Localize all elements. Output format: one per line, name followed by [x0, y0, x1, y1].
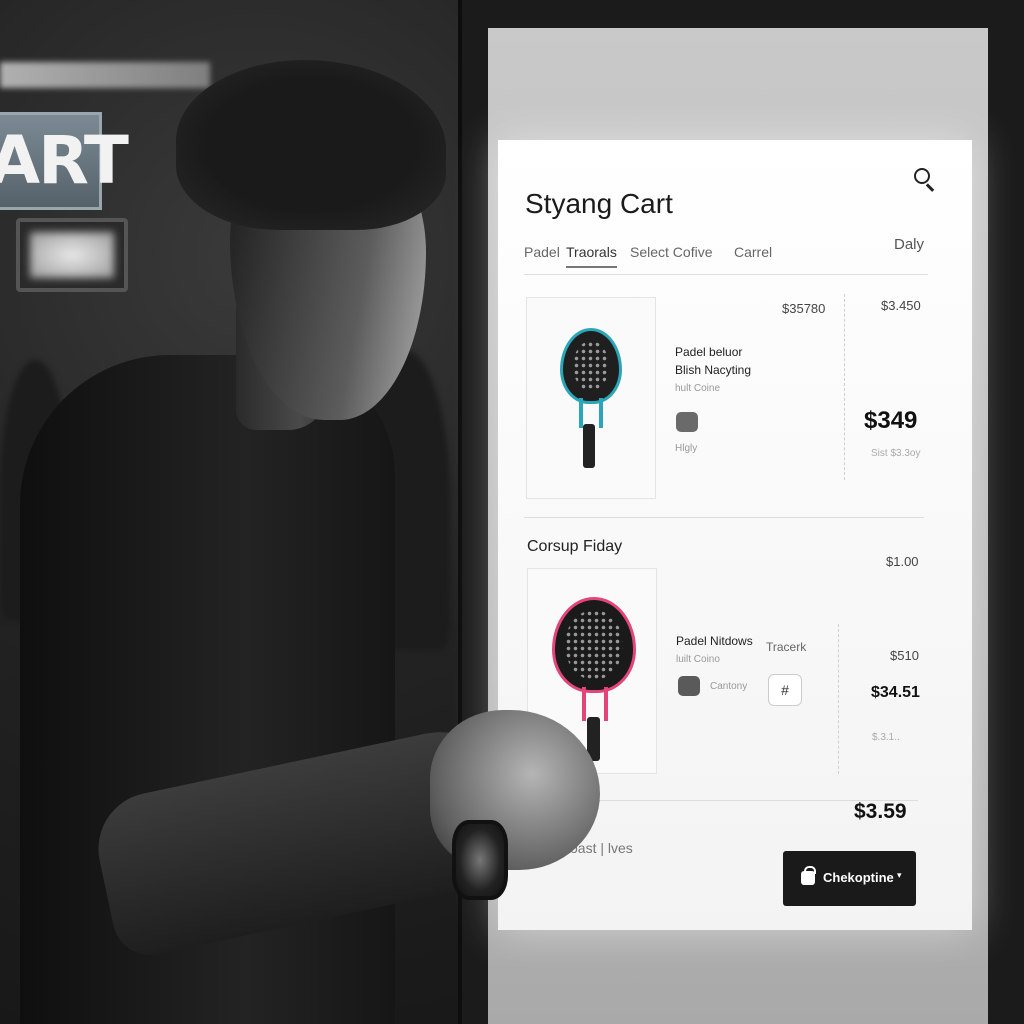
ceiling-light — [0, 62, 210, 88]
checkout-label: Chekoptine — [823, 870, 894, 885]
tab-padel[interactable]: Padel — [524, 244, 560, 260]
item-variant: Tracerk — [766, 640, 807, 654]
racket-grip — [583, 424, 595, 468]
racket-holes — [565, 610, 623, 680]
section-title: Corsup Fiday — [527, 538, 623, 555]
chevron-down-icon: ▾ — [897, 870, 902, 880]
item-meta-2: Cantony — [710, 681, 748, 692]
column-divider — [838, 624, 839, 774]
cart-total: $3.59 — [854, 800, 907, 823]
person-hair — [176, 60, 446, 230]
racket-holes — [573, 341, 609, 391]
item-strike-price: $.3.1.. — [872, 732, 900, 743]
racket-face — [552, 597, 636, 693]
item-unit-price: $3.450 — [881, 298, 921, 313]
tab-carrel[interactable]: Carrel — [734, 244, 772, 260]
tab-select-cofive[interactable]: Select Cofive — [630, 244, 712, 260]
item-strike-price: Sist $3.3oy — [871, 448, 921, 459]
search-icon — [914, 168, 930, 184]
tab-daly[interactable]: Daly — [894, 236, 924, 253]
padel-racket-image — [557, 328, 627, 478]
store-sign: ART — [0, 112, 129, 210]
racket-face — [560, 328, 622, 404]
item-name-line2: Blish Nacyting — [675, 363, 752, 377]
quantity-selector[interactable]: # — [768, 674, 802, 706]
tab-bar: Padel Traorals Select Cofive Carrel — [524, 244, 934, 276]
search-icon-handle — [926, 183, 935, 192]
item-name[interactable]: Padel Nitdows — [676, 634, 753, 648]
tab-traorals[interactable]: Traorals — [566, 244, 617, 268]
item-price: $34.51 — [871, 684, 920, 701]
racket-throat — [582, 687, 608, 721]
item-meta-2: Hlgly — [675, 443, 698, 454]
brand-icon — [678, 676, 700, 696]
item-meta: hult Coine — [675, 383, 721, 394]
item-meta: luilt Coino — [676, 654, 720, 665]
page-title: Styang Cart — [525, 188, 673, 219]
section-price: $1.00 — [886, 554, 919, 569]
divider — [524, 517, 924, 518]
stock-icon — [676, 412, 698, 432]
item-name[interactable]: Padel beluor — [675, 345, 742, 359]
item-price: $349 — [864, 407, 918, 434]
shopping-bag-icon — [801, 866, 816, 885]
checkout-button[interactable]: Chekoptine ▾ — [783, 851, 916, 906]
wrist-watch — [452, 820, 508, 900]
item-unit-price: $510 — [890, 648, 919, 663]
product-image[interactable] — [526, 297, 656, 499]
divider — [524, 274, 928, 275]
search-button[interactable] — [912, 166, 938, 192]
wall-screen — [16, 218, 128, 292]
item-original-price: $35780 — [782, 301, 826, 316]
column-divider — [844, 294, 845, 480]
